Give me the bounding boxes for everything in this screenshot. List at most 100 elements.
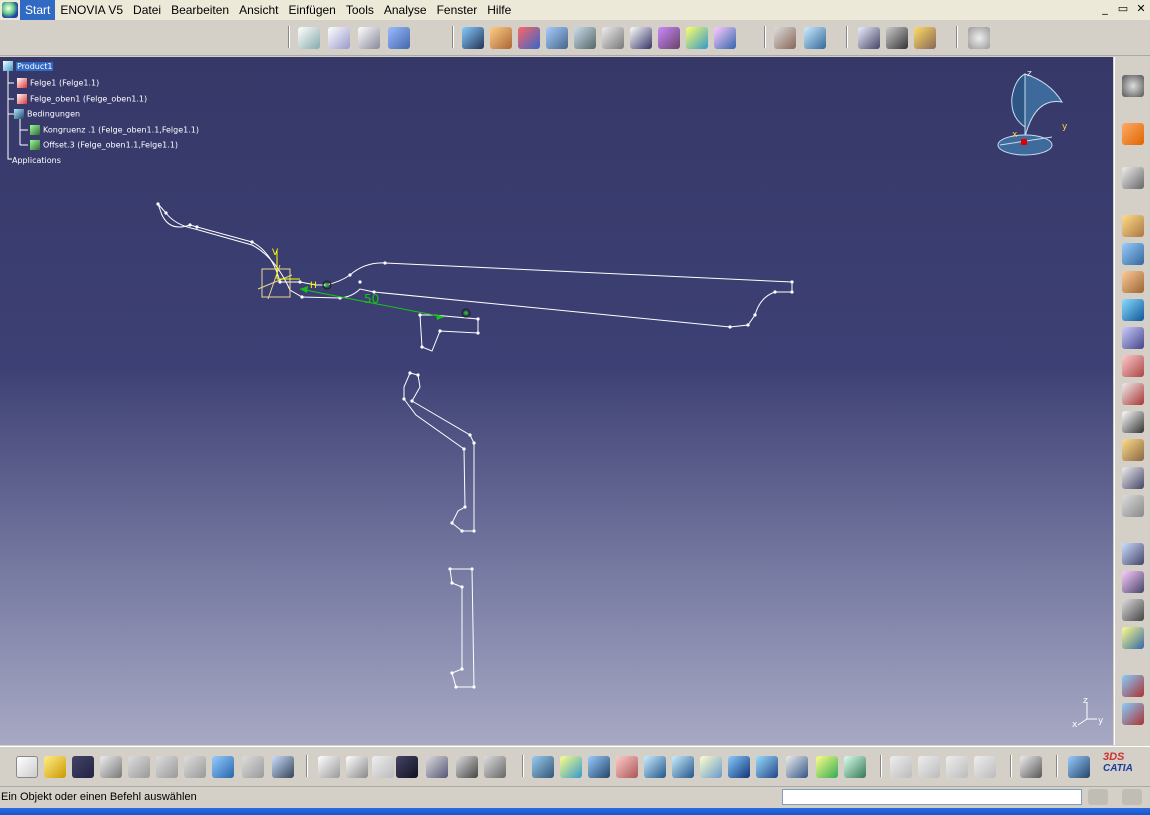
- manage-representations-icon[interactable]: [686, 27, 708, 49]
- tree-item-kongruenz[interactable]: Kongruenz .1 (Felge_oben1.1,Felge1.1): [30, 125, 199, 135]
- multi-view-icon[interactable]: [728, 756, 750, 778]
- hole-icon[interactable]: [1122, 703, 1144, 725]
- cut-icon[interactable]: [128, 756, 150, 778]
- minimize-button[interactable]: _: [1097, 2, 1113, 16]
- menu-bearbeiten[interactable]: Bearbeiten: [166, 0, 234, 20]
- tree-item-label[interactable]: Bedingungen: [27, 110, 80, 119]
- copy-icon[interactable]: [156, 756, 178, 778]
- fix-component-icon[interactable]: [1122, 327, 1144, 349]
- pan-icon[interactable]: [588, 756, 610, 778]
- zoom-out-icon[interactable]: [672, 756, 694, 778]
- macro-icon[interactable]: [484, 756, 506, 778]
- fit-all-icon[interactable]: [560, 756, 582, 778]
- text-annotation-icon[interactable]: [328, 27, 350, 49]
- lock-icon[interactable]: [456, 756, 478, 778]
- tree-item-bedingungen[interactable]: Bedingungen: [14, 109, 80, 119]
- replace-component-icon[interactable]: [574, 27, 596, 49]
- compass-icon[interactable]: [997, 73, 1063, 156]
- hide-show-icon[interactable]: [816, 756, 838, 778]
- tree-item-offset[interactable]: Offset.3 (Felge_oben1.1,Felge1.1): [30, 140, 178, 150]
- measure-inertia-icon[interactable]: [914, 27, 936, 49]
- measure-item-icon[interactable]: [886, 27, 908, 49]
- 3d-annotation-icon[interactable]: [388, 27, 410, 49]
- restore-button[interactable]: ▭: [1115, 2, 1131, 16]
- tree-item-felge-oben1[interactable]: Felge_oben1 (Felge_oben1.1): [17, 94, 147, 104]
- command-input[interactable]: [782, 789, 1082, 805]
- normal-view-icon[interactable]: [700, 756, 722, 778]
- swap-visible-space-icon[interactable]: [844, 756, 866, 778]
- menu-ansicht[interactable]: Ansicht: [234, 0, 283, 20]
- snap-icon[interactable]: [1122, 571, 1144, 593]
- fix-together-icon[interactable]: [1122, 355, 1144, 377]
- tree-root-label[interactable]: Product1: [16, 61, 54, 71]
- 3d-viewport[interactable]: V H 50 z y x z y x Product1 Felge1 (Felg…: [0, 57, 1113, 745]
- menu-start[interactable]: Start: [20, 0, 56, 20]
- catalog-icon[interactable]: [890, 756, 912, 778]
- geometry-canvas[interactable]: V H 50 z y x z y x: [0, 57, 1113, 745]
- formula-icon[interactable]: [318, 756, 340, 778]
- tree-item-label[interactable]: Felge_oben1 (Felge_oben1.1): [30, 95, 147, 104]
- rotate-icon[interactable]: [616, 756, 638, 778]
- reuse-pattern-icon[interactable]: [1122, 467, 1144, 489]
- new-part-icon[interactable]: [518, 27, 540, 49]
- open-folder-icon[interactable]: [44, 756, 66, 778]
- existing-component-icon[interactable]: [546, 27, 568, 49]
- close-button[interactable]: ✕: [1133, 2, 1149, 16]
- zoom-in-icon[interactable]: [644, 756, 666, 778]
- options-button-icon[interactable]: [1122, 789, 1142, 805]
- whats-this-icon[interactable]: [272, 756, 294, 778]
- component-icon[interactable]: [974, 756, 996, 778]
- smart-move-icon[interactable]: [1122, 599, 1144, 621]
- menu-fenster[interactable]: Fenster: [432, 0, 483, 20]
- coincidence-constraint-icon[interactable]: [1122, 215, 1144, 237]
- menu-analyse[interactable]: Analyse: [379, 0, 432, 20]
- command-button-icon[interactable]: [1088, 789, 1108, 805]
- menu-datei[interactable]: Datei: [128, 0, 166, 20]
- flexible-subassembly-icon[interactable]: [1122, 411, 1144, 433]
- menu-enovia[interactable]: ENOVIA V5: [55, 0, 128, 20]
- menu-tools[interactable]: Tools: [341, 0, 379, 20]
- lock-parameter-icon[interactable]: [372, 756, 394, 778]
- 3d-layer-icon[interactable]: [1068, 756, 1090, 778]
- tree-item-label[interactable]: Kongruenz .1 (Felge_oben1.1,Felge1.1): [43, 126, 199, 135]
- measure-between-icon[interactable]: [858, 27, 880, 49]
- graph-tree-reordering-icon[interactable]: [602, 27, 624, 49]
- contact-constraint-icon[interactable]: [1122, 243, 1144, 265]
- print-icon[interactable]: [100, 756, 122, 778]
- generate-numbering-icon[interactable]: [630, 27, 652, 49]
- bill-of-material-icon[interactable]: [1020, 756, 1042, 778]
- space-analysis-icon[interactable]: [804, 27, 826, 49]
- offset-constraint-icon[interactable]: [1122, 271, 1144, 293]
- paste-icon[interactable]: [184, 756, 206, 778]
- dimension-value[interactable]: 50: [364, 292, 379, 306]
- constraint-n-icon[interactable]: [1122, 495, 1144, 517]
- quick-constraint-icon[interactable]: [1122, 383, 1144, 405]
- menu-einfuegen[interactable]: Einfügen: [283, 0, 340, 20]
- update-icon[interactable]: [968, 27, 990, 49]
- tree-root[interactable]: Product1: [3, 61, 54, 71]
- split-icon[interactable]: [1122, 675, 1144, 697]
- new-product-icon[interactable]: [490, 27, 512, 49]
- selective-load-icon[interactable]: [658, 27, 680, 49]
- tree-item-label[interactable]: Applications: [12, 156, 61, 165]
- tree-item-felge1[interactable]: Felge1 (Felge1.1): [17, 78, 99, 88]
- multi-instantiation-icon[interactable]: [714, 27, 736, 49]
- undo-icon[interactable]: [212, 756, 234, 778]
- knowledge-advisor-icon[interactable]: [346, 756, 368, 778]
- flag-note-icon[interactable]: [358, 27, 380, 49]
- family-icon[interactable]: [946, 756, 968, 778]
- tree-item-label[interactable]: Offset.3 (Felge_oben1.1,Felge1.1): [43, 141, 178, 150]
- shading-icon[interactable]: [786, 756, 808, 778]
- manipulation-icon[interactable]: [1122, 543, 1144, 565]
- hierarchy-icon[interactable]: [426, 756, 448, 778]
- gear-icon[interactable]: [1122, 75, 1144, 97]
- explode-icon[interactable]: [1122, 167, 1144, 189]
- select-arrow-icon[interactable]: [1122, 123, 1144, 145]
- save-icon[interactable]: [72, 756, 94, 778]
- fly-mode-icon[interactable]: [532, 756, 554, 778]
- offset-dimension[interactable]: [299, 280, 471, 320]
- new-file-icon[interactable]: [16, 756, 38, 778]
- explode-assembly-icon[interactable]: [1122, 627, 1144, 649]
- tree-item-label[interactable]: Felge1 (Felge1.1): [30, 79, 99, 88]
- change-constraint-icon[interactable]: [1122, 439, 1144, 461]
